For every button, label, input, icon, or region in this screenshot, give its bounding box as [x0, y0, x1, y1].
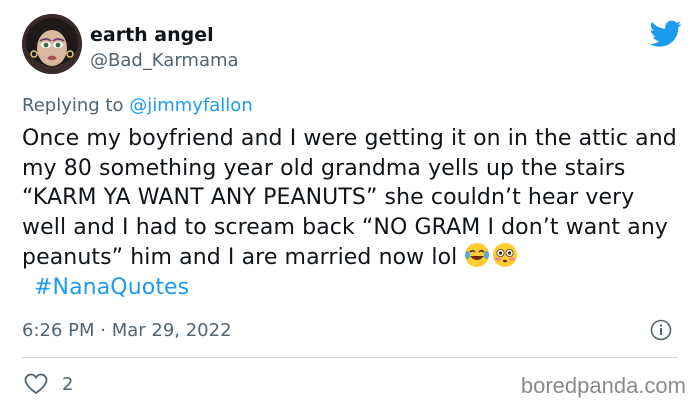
avatar[interactable]	[22, 14, 82, 74]
tweet-body: Once my boyfriend and I were getting it …	[22, 126, 677, 271]
tweet-header: earth angel @Bad_Karmama	[22, 14, 682, 80]
like-count: 2	[62, 373, 74, 395]
reply-context: Replying to @jimmyfallon	[22, 95, 253, 116]
flushed-face-emoji	[492, 242, 518, 268]
laughing-crying-emoji	[464, 242, 490, 268]
author-name[interactable]: earth angel	[90, 24, 214, 46]
tweet-timestamp[interactable]: 6:26 PM · Mar 29, 2022	[22, 320, 232, 341]
twitter-bird-icon[interactable]	[649, 20, 682, 48]
author-handle[interactable]: @Bad_Karmama	[90, 50, 239, 71]
reply-mention-link[interactable]: @jimmyfallon	[129, 95, 253, 116]
reply-prefix: Replying to	[22, 95, 124, 116]
heart-icon	[24, 373, 48, 395]
info-icon[interactable]	[650, 319, 672, 341]
tweet-text: Once my boyfriend and I were getting it …	[22, 124, 682, 303]
watermark: boredpanda.com	[520, 373, 686, 398]
hashtag-link[interactable]: #NanaQuotes	[34, 275, 189, 300]
like-button[interactable]: 2	[24, 371, 73, 397]
divider	[22, 357, 678, 358]
avatar-icon	[22, 14, 82, 74]
